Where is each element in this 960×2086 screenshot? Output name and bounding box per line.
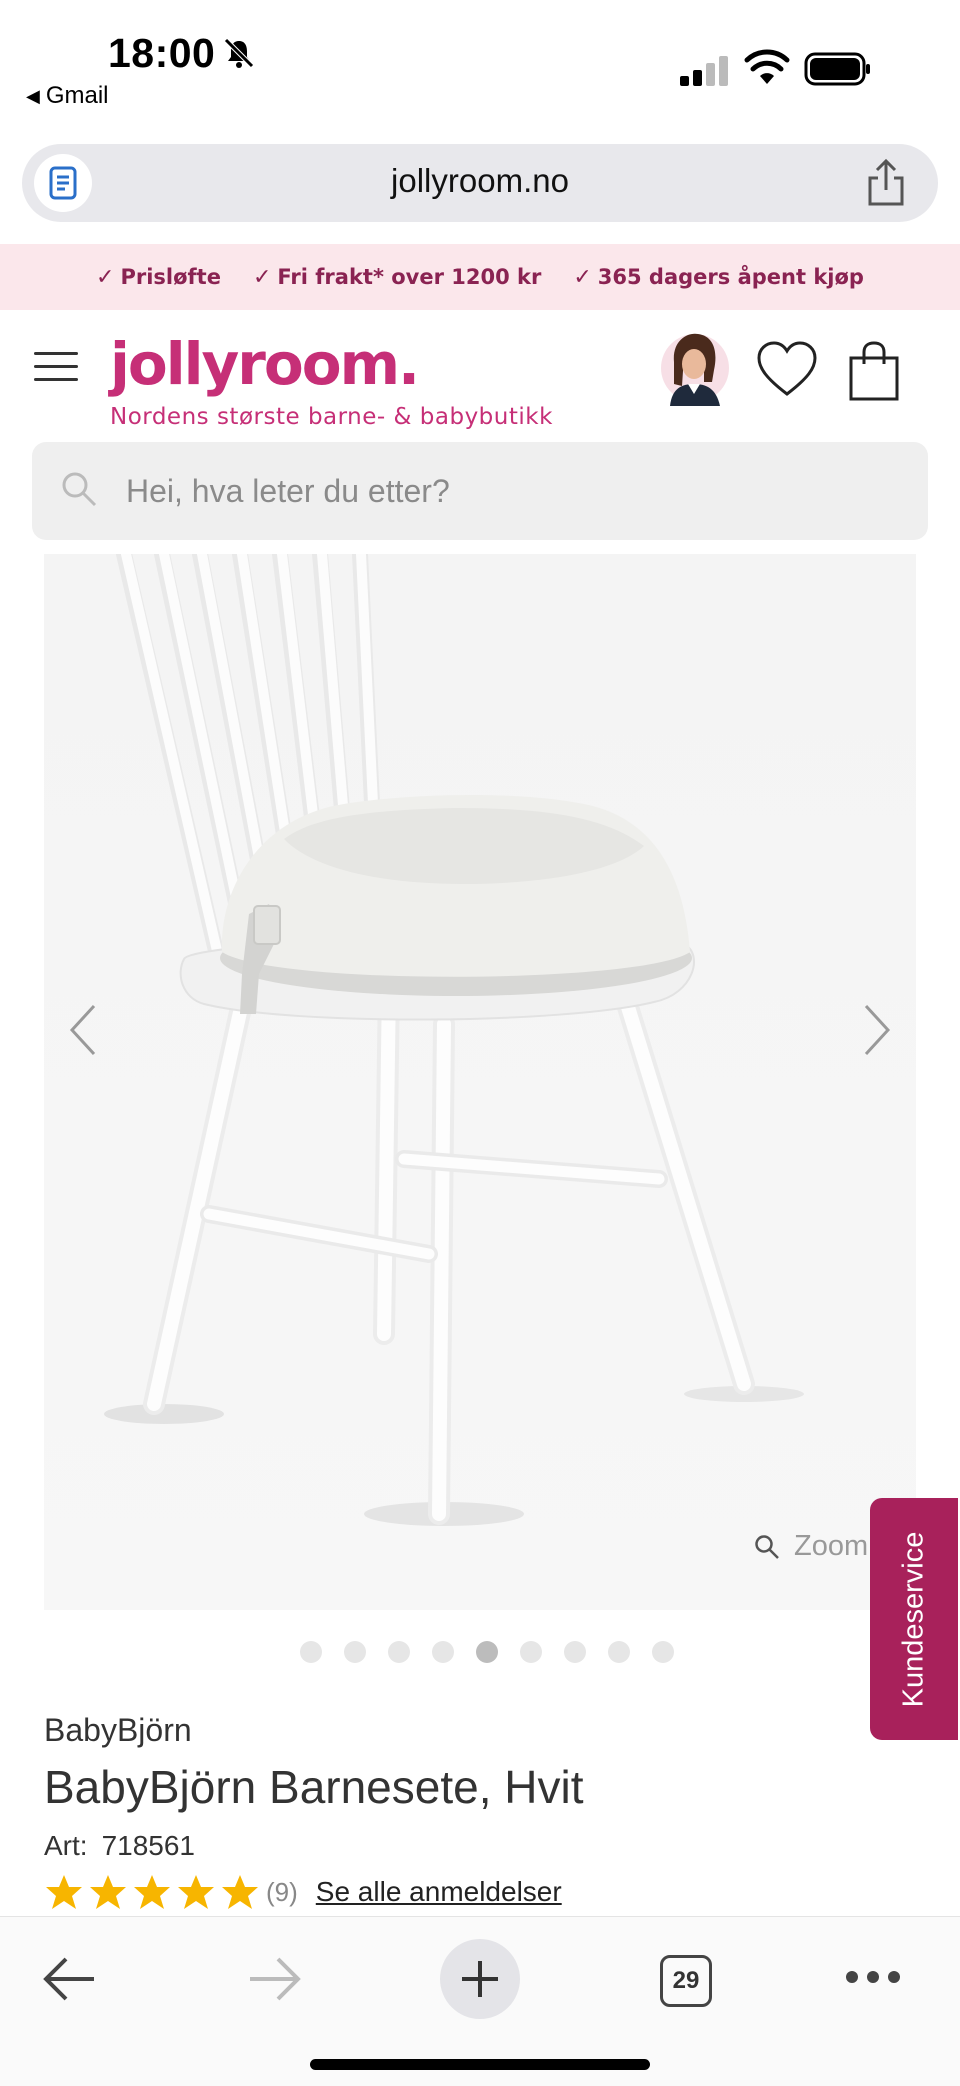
plus-icon <box>462 1961 498 1997</box>
share-icon[interactable] <box>864 158 908 208</box>
tagline: Nordens største barne- & babybutikk <box>110 404 553 430</box>
back-app-label: Gmail <box>45 82 109 109</box>
next-image-arrow-icon[interactable] <box>856 1000 896 1060</box>
wifi-icon <box>744 49 790 84</box>
star-icon <box>134 1875 170 1909</box>
forward-arrow-icon[interactable] <box>246 1953 304 2005</box>
back-triangle-icon: ◀ <box>26 85 40 106</box>
status-bar: 18:00 ◀ Gmail <box>0 0 960 140</box>
usp-item: ✓ Fri frakt* over 1200 kr <box>252 264 542 290</box>
zoom-label: Zoom <box>794 1530 869 1562</box>
address-bar[interactable]: jollyroom.no <box>22 144 938 222</box>
carousel-dot-active[interactable] <box>476 1641 498 1663</box>
usp-item: ✓ Prisløfte <box>96 264 221 290</box>
see-all-reviews-link[interactable]: Se alle anmeldelser <box>316 1876 562 1908</box>
home-indicator <box>310 2059 650 2070</box>
check-icon: ✓ <box>573 264 592 290</box>
check-icon: ✓ <box>96 264 115 290</box>
article-number: Art: 718561 <box>44 1830 195 1862</box>
carousel-dot[interactable] <box>608 1641 630 1663</box>
carousel-dot[interactable] <box>520 1641 542 1663</box>
carousel-dot[interactable] <box>652 1641 674 1663</box>
star-icon <box>90 1875 126 1909</box>
product-brand[interactable]: BabyBjörn <box>44 1712 192 1749</box>
url-text[interactable]: jollyroom.no <box>22 162 938 200</box>
product-title: BabyBjörn Barnesete, Hvit <box>44 1761 584 1813</box>
carousel-dot[interactable] <box>300 1641 322 1663</box>
zoom-button[interactable]: Zoom <box>754 1530 868 1563</box>
review-count: (9) <box>266 1876 298 1907</box>
carousel-dot[interactable] <box>388 1641 410 1663</box>
browser-toolbar: 29 <box>0 1916 960 2086</box>
star-icon <box>46 1875 82 1909</box>
signal-icon <box>680 56 728 86</box>
account-avatar-icon[interactable] <box>660 326 730 406</box>
product-image <box>44 554 916 1610</box>
usp-item: ✓ 365 dagers åpent kjøp <box>573 264 864 290</box>
usp-bar: ✓ Prisløfte ✓ Fri frakt* over 1200 kr ✓ 365… <box>0 244 960 310</box>
tabs-button[interactable]: 29 <box>660 1955 712 2007</box>
search-box[interactable] <box>32 442 928 540</box>
carousel-dot[interactable] <box>344 1641 366 1663</box>
carousel-dots <box>0 1641 960 1663</box>
star-icon <box>222 1875 258 1909</box>
battery-icon <box>804 52 870 86</box>
check-icon: ✓ <box>252 264 272 290</box>
search-input[interactable] <box>126 466 886 516</box>
customer-service-label: Kundeservice <box>897 1531 930 1707</box>
wishlist-heart-icon[interactable] <box>756 340 818 398</box>
previous-image-arrow-icon[interactable] <box>64 1000 104 1060</box>
star-icon <box>178 1875 214 1909</box>
article-label: Art: <box>44 1830 88 1861</box>
customer-service-tab[interactable]: Kundeservice <box>870 1498 958 1740</box>
back-arrow-icon[interactable] <box>40 1953 98 2005</box>
zoom-icon <box>755 1534 779 1559</box>
shopping-bag-icon[interactable] <box>848 340 900 402</box>
new-tab-button[interactable] <box>440 1939 520 2019</box>
article-value: 718561 <box>101 1830 195 1861</box>
back-to-app-link[interactable]: ◀ Gmail <box>26 82 109 110</box>
carousel-dot[interactable] <box>432 1641 454 1663</box>
search-icon <box>62 472 97 507</box>
carousel-dot[interactable] <box>564 1641 586 1663</box>
status-time: 18:00 <box>108 30 216 76</box>
product-image-gallery[interactable]: Zoom <box>44 554 916 1610</box>
bell-slash-icon <box>224 38 254 68</box>
menu-icon[interactable] <box>34 352 78 382</box>
logo[interactable]: jollyroom. <box>110 330 420 398</box>
more-menu-icon[interactable] <box>846 1971 900 1983</box>
product-rating: (9) Se alle anmeldelser <box>44 1872 562 1912</box>
